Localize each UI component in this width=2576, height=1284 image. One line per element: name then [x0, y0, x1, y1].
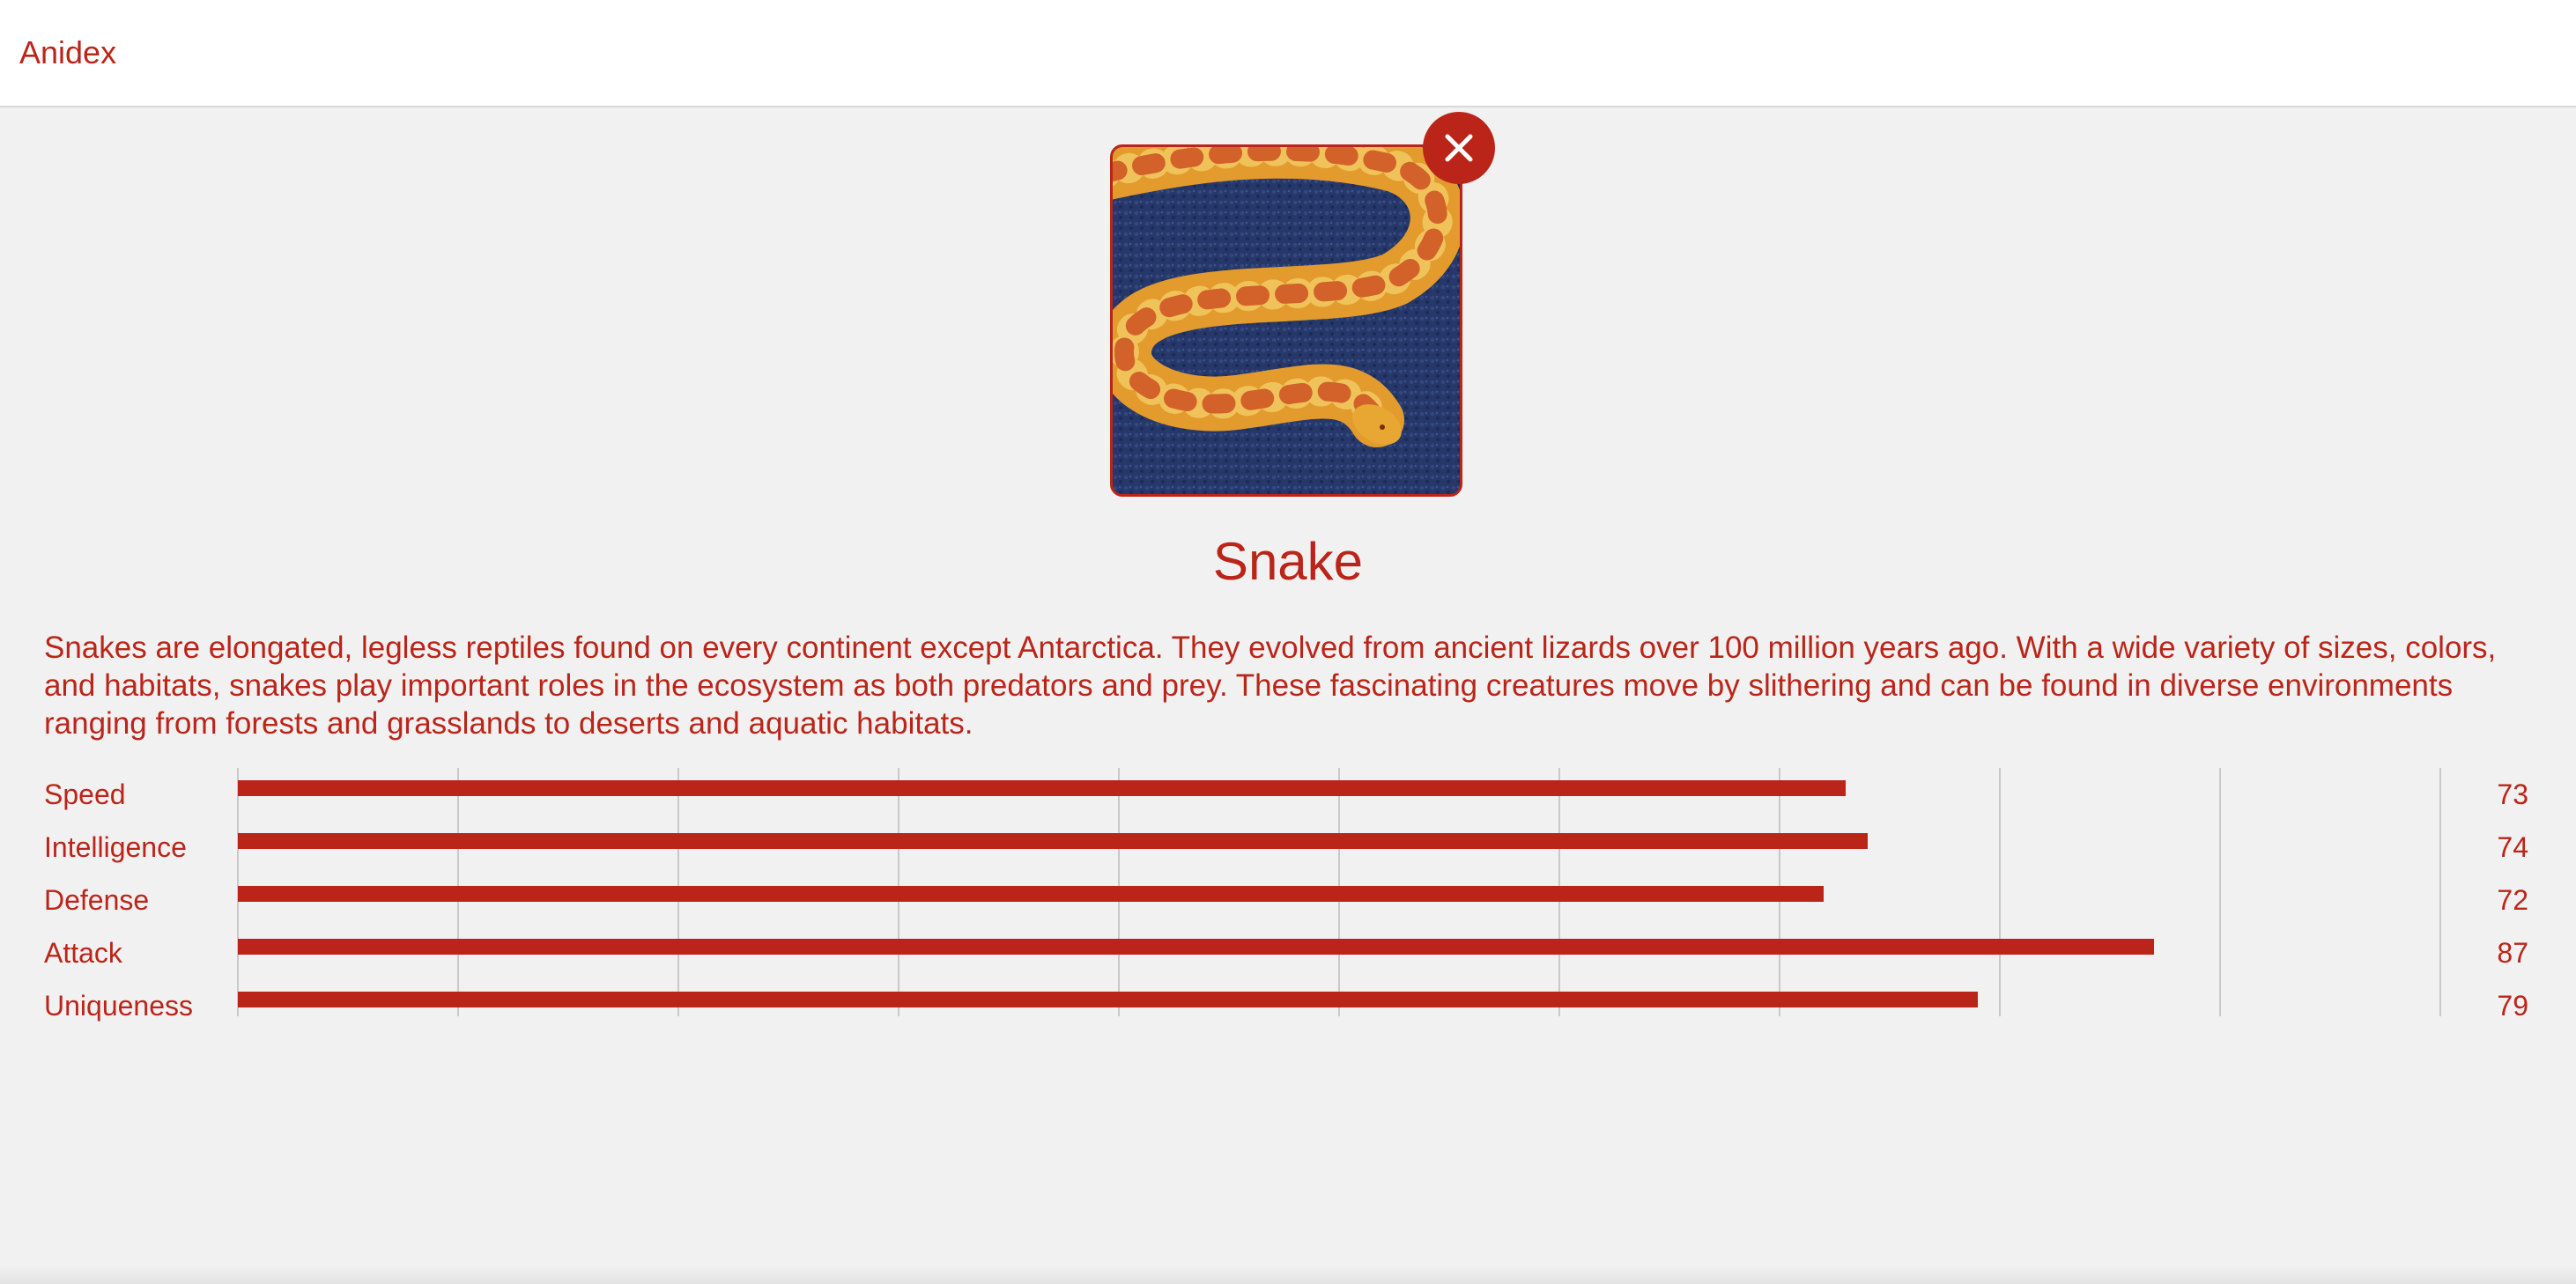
stat-value: 79: [2497, 990, 2528, 1022]
snake-photo-illustration: [1113, 147, 1460, 494]
stat-row-speed: Speed 73: [0, 768, 2576, 821]
stat-bar: [238, 992, 1978, 1007]
stat-value: 74: [2497, 831, 2528, 863]
navbar: Anidex: [0, 0, 2576, 107]
animal-name: Snake: [1212, 532, 1364, 591]
bottom-shadow: [0, 1265, 2576, 1284]
stat-label: Defense: [44, 884, 150, 916]
stat-label: Intelligence: [44, 831, 187, 863]
stat-label: Attack: [44, 937, 122, 969]
stats-chart: Speed 73 Intelligence 74 Defense 72 Atta…: [0, 768, 2576, 1022]
stat-row-defense: Defense 72: [0, 874, 2576, 926]
stat-bar: [238, 780, 1846, 796]
stat-value: 87: [2497, 937, 2528, 969]
stat-row-intelligence: Intelligence 74: [0, 821, 2576, 874]
stat-bar: [238, 939, 2154, 955]
close-button[interactable]: [1423, 112, 1495, 184]
stat-bar: [238, 886, 1824, 902]
stat-row-attack: Attack 87: [0, 926, 2576, 979]
stat-label: Uniqueness: [44, 990, 193, 1022]
animal-photo: [1110, 144, 1462, 497]
animal-description: Snakes are elongated, legless reptiles f…: [44, 631, 2497, 741]
stat-value: 73: [2497, 779, 2528, 810]
stat-value: 72: [2497, 884, 2528, 916]
stat-bar: [238, 833, 1868, 849]
brand-link[interactable]: Anidex: [19, 33, 116, 72]
stat-label: Speed: [44, 779, 126, 810]
stat-row-uniqueness: Uniqueness 79: [0, 979, 2576, 1032]
close-icon: [1445, 134, 1473, 162]
